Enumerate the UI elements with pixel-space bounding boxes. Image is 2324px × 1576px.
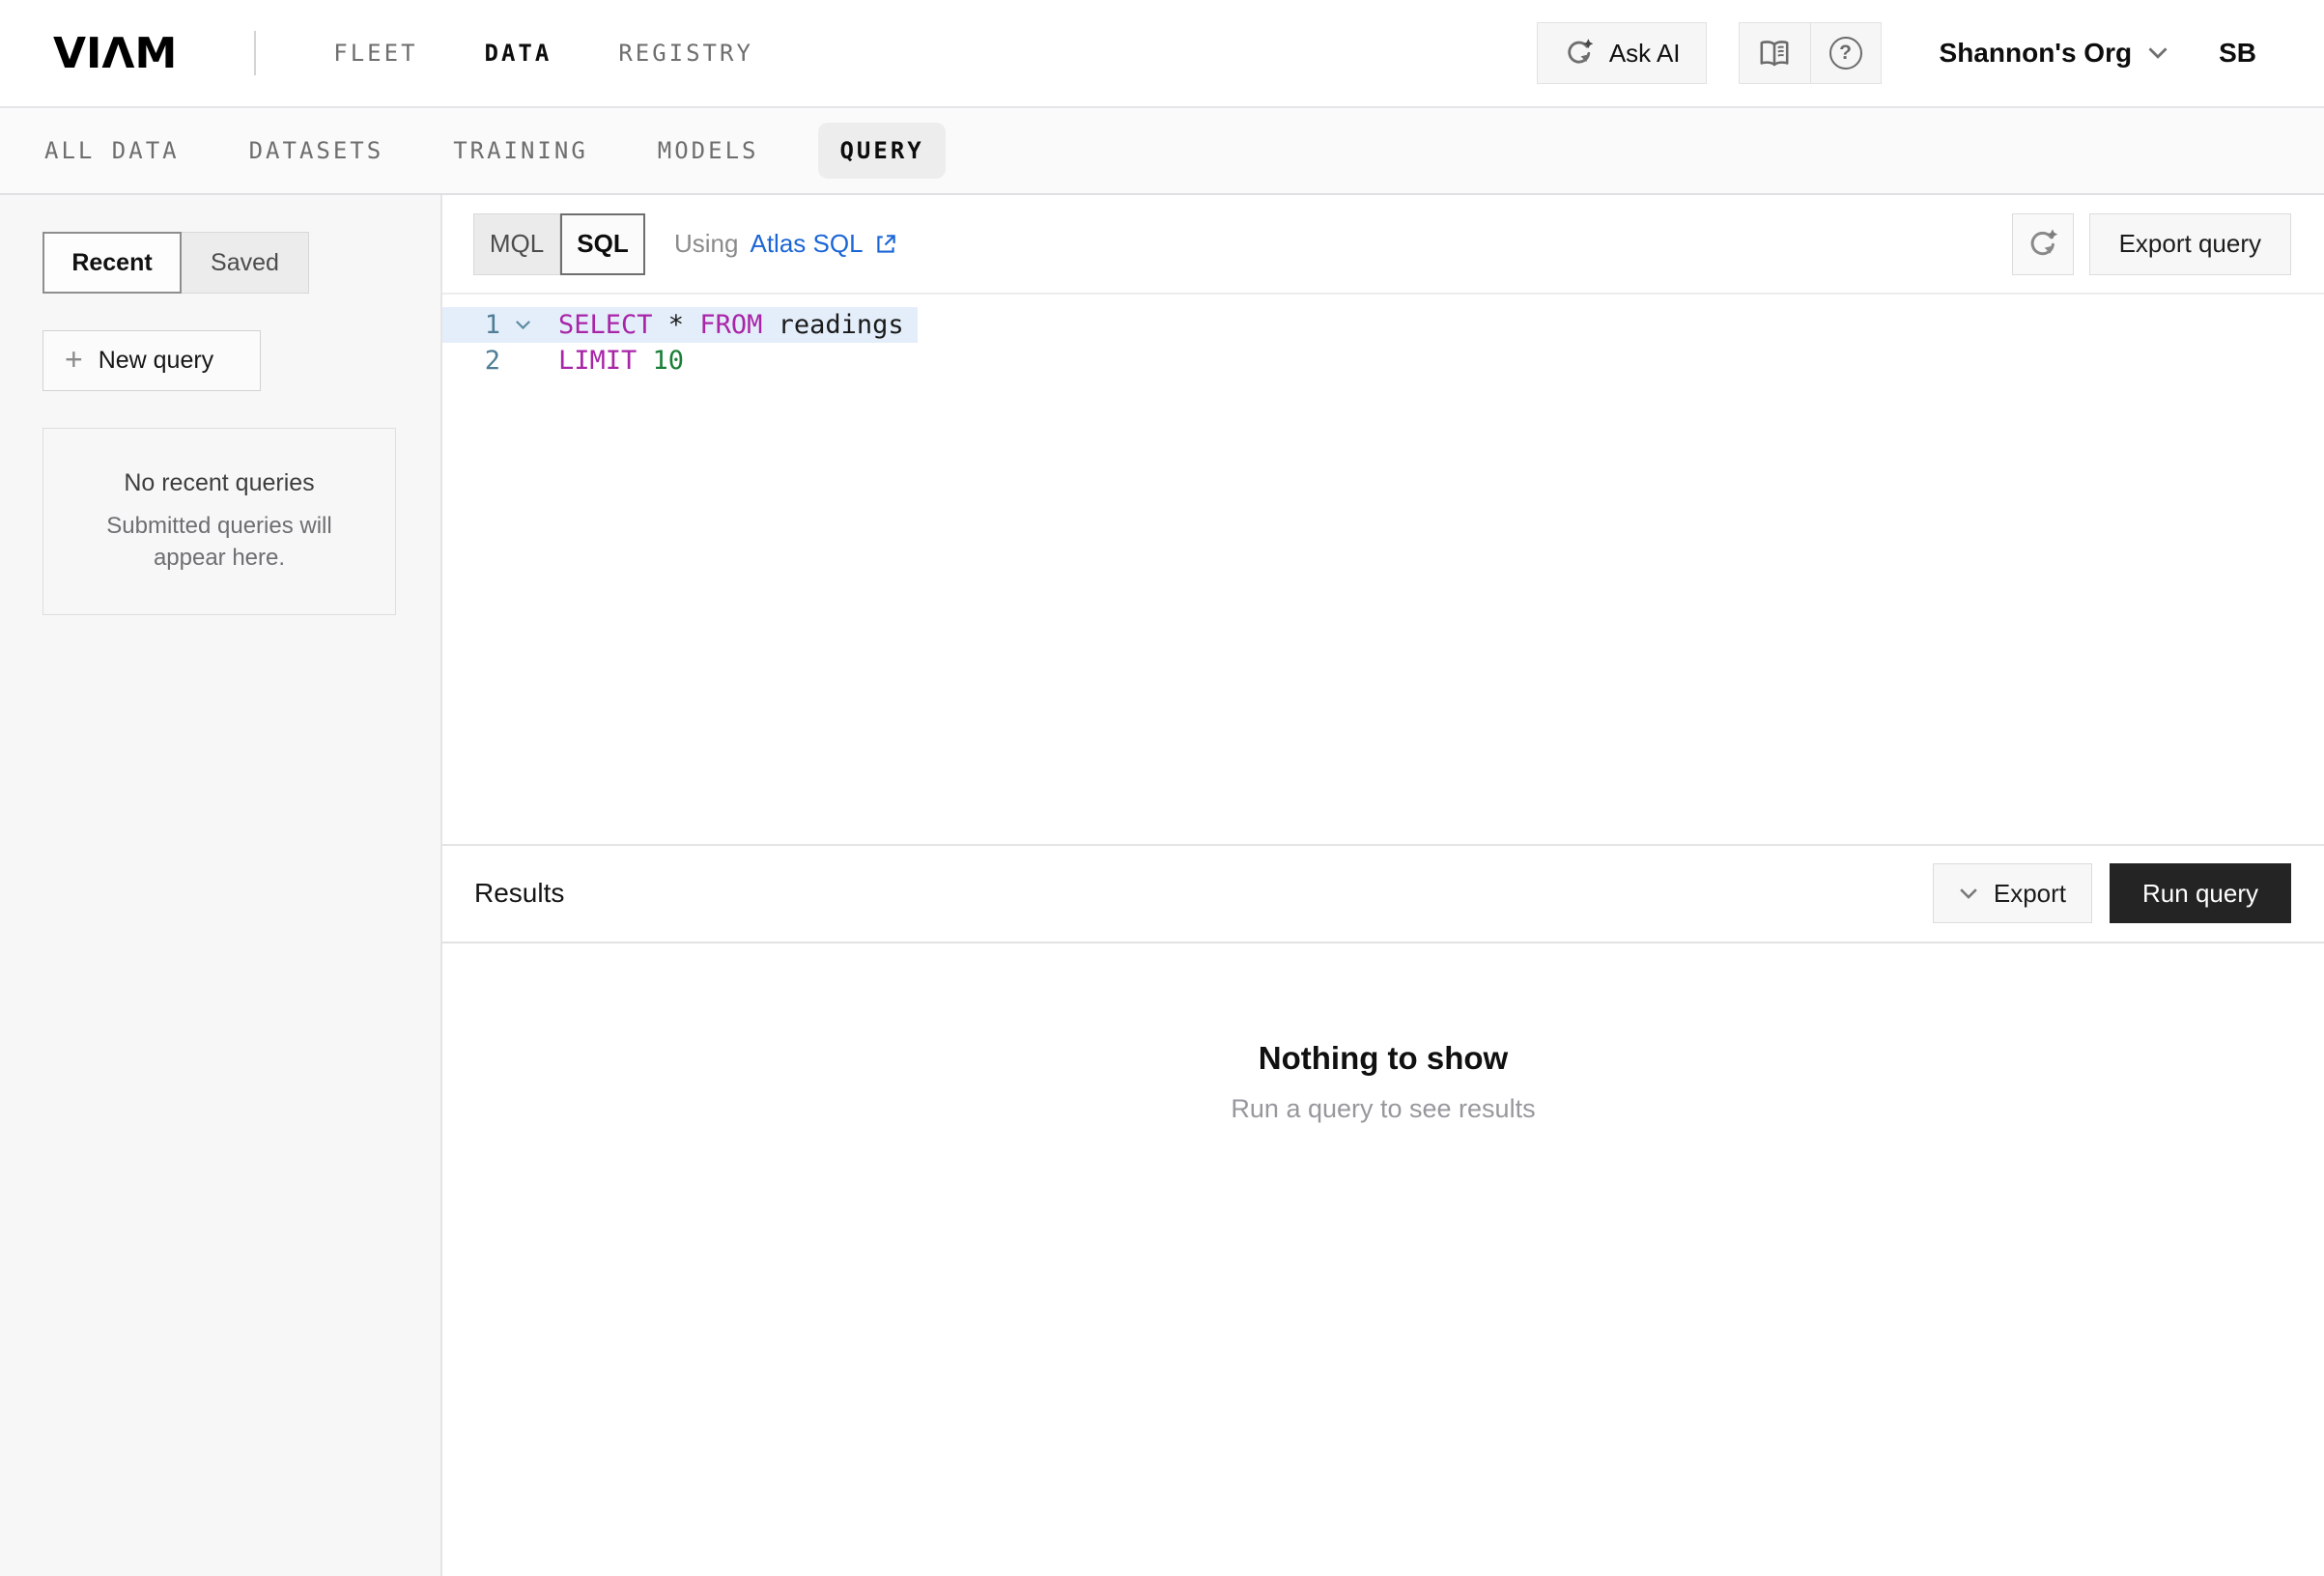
data-subnav: ALL DATA DATASETS TRAINING MODELS QUERY (0, 108, 2324, 195)
results-header: Results Export Run query (442, 844, 2324, 943)
recent-saved-toggle: Recent Saved (43, 232, 398, 294)
plus-icon: + (65, 344, 83, 375)
external-link-icon (873, 232, 898, 257)
results-empty-subtitle: Run a query to see results (442, 1094, 2324, 1124)
ai-sparkle-icon (1563, 37, 1596, 70)
navbar-divider (254, 31, 256, 75)
sql-mode-button[interactable]: SQL (560, 213, 645, 275)
sql-editor[interactable]: 1 SELECT * FROM readings 2 LIMIT 10 (442, 295, 2324, 844)
mql-mode-button[interactable]: MQL (473, 213, 560, 275)
nav-fleet[interactable]: FLEET (333, 40, 417, 67)
nav-data[interactable]: DATA (485, 40, 553, 67)
export-query-button[interactable]: Export query (2089, 213, 2291, 275)
org-switcher[interactable]: Shannon's Org (1940, 38, 2169, 69)
code-text: LIMIT 10 (545, 346, 684, 376)
new-query-label: New query (99, 347, 214, 375)
no-recent-queries-box: No recent queries Submitted queries will… (43, 428, 396, 615)
tab-query[interactable]: QUERY (818, 123, 945, 179)
tab-datasets[interactable]: DATASETS (249, 137, 384, 164)
results-empty-state: Nothing to show Run a query to see resul… (442, 943, 2324, 1576)
tab-training[interactable]: TRAINING (453, 137, 588, 164)
no-recent-queries-title: No recent queries (124, 469, 314, 497)
atlas-sql-link[interactable]: Atlas SQL (750, 229, 897, 259)
code-line-1[interactable]: 1 SELECT * FROM readings (442, 307, 918, 343)
org-name: Shannon's Org (1940, 38, 2133, 69)
query-toolbar: MQL SQL Using Atlas SQL (442, 195, 2324, 295)
avatar[interactable]: SB (2219, 38, 2256, 69)
saved-tab[interactable]: Saved (182, 232, 309, 294)
ask-ai-label: Ask AI (1609, 39, 1681, 69)
results-empty-title: Nothing to show (442, 1040, 2324, 1077)
top-navbar: VIΛM FLEET DATA REGISTRY Ask AI (0, 0, 2324, 108)
tab-all-data[interactable]: ALL DATA (44, 137, 180, 164)
tab-models[interactable]: MODELS (658, 137, 759, 164)
code-text: SELECT * FROM readings (545, 310, 904, 340)
export-results-label: Export (1994, 879, 2066, 909)
code-line-2[interactable]: 2 LIMIT 10 (442, 343, 697, 379)
chevron-down-icon (1959, 887, 1978, 900)
results-actions: Export Run query (1933, 863, 2291, 923)
ai-sparkle-icon (2026, 227, 2060, 262)
mql-sql-toggle: MQL SQL (473, 213, 645, 275)
run-query-button[interactable]: Run query (2110, 863, 2291, 923)
fold-chevron-down-icon[interactable] (500, 320, 545, 330)
line-number: 2 (442, 346, 500, 376)
primary-nav: FLEET DATA REGISTRY (333, 40, 753, 67)
ask-ai-button[interactable]: Ask AI (1537, 22, 1707, 84)
docs-button[interactable] (1740, 23, 1810, 83)
content-row: Recent Saved + New query No recent queri… (0, 195, 2324, 1576)
line-number: 1 (442, 310, 500, 340)
query-main-panel: MQL SQL Using Atlas SQL (442, 195, 2324, 1576)
docs-help-group: ? (1739, 22, 1882, 84)
viam-data-query-page: VIΛM FLEET DATA REGISTRY Ask AI (0, 0, 2324, 1576)
book-icon (1757, 36, 1792, 70)
query-sidebar: Recent Saved + New query No recent queri… (0, 195, 442, 1576)
no-recent-queries-subtitle: Submitted queries will appear here. (71, 511, 368, 574)
ai-generate-button[interactable] (2012, 213, 2074, 275)
toolbar-right: Export query (2012, 213, 2291, 275)
recent-tab[interactable]: Recent (43, 232, 182, 294)
results-title: Results (474, 878, 564, 909)
using-label: Using (674, 229, 738, 259)
chevron-down-icon (2147, 46, 2168, 60)
export-results-button[interactable]: Export (1933, 863, 2092, 923)
navbar-right: Ask AI ? Shannon's Org (1537, 22, 2256, 84)
nav-registry[interactable]: REGISTRY (618, 40, 753, 67)
viam-logo[interactable]: VIΛM (53, 29, 177, 78)
atlas-sql-label: Atlas SQL (750, 229, 863, 259)
new-query-button[interactable]: + New query (43, 330, 261, 391)
help-button[interactable]: ? (1810, 23, 1881, 83)
help-icon: ? (1829, 37, 1862, 70)
